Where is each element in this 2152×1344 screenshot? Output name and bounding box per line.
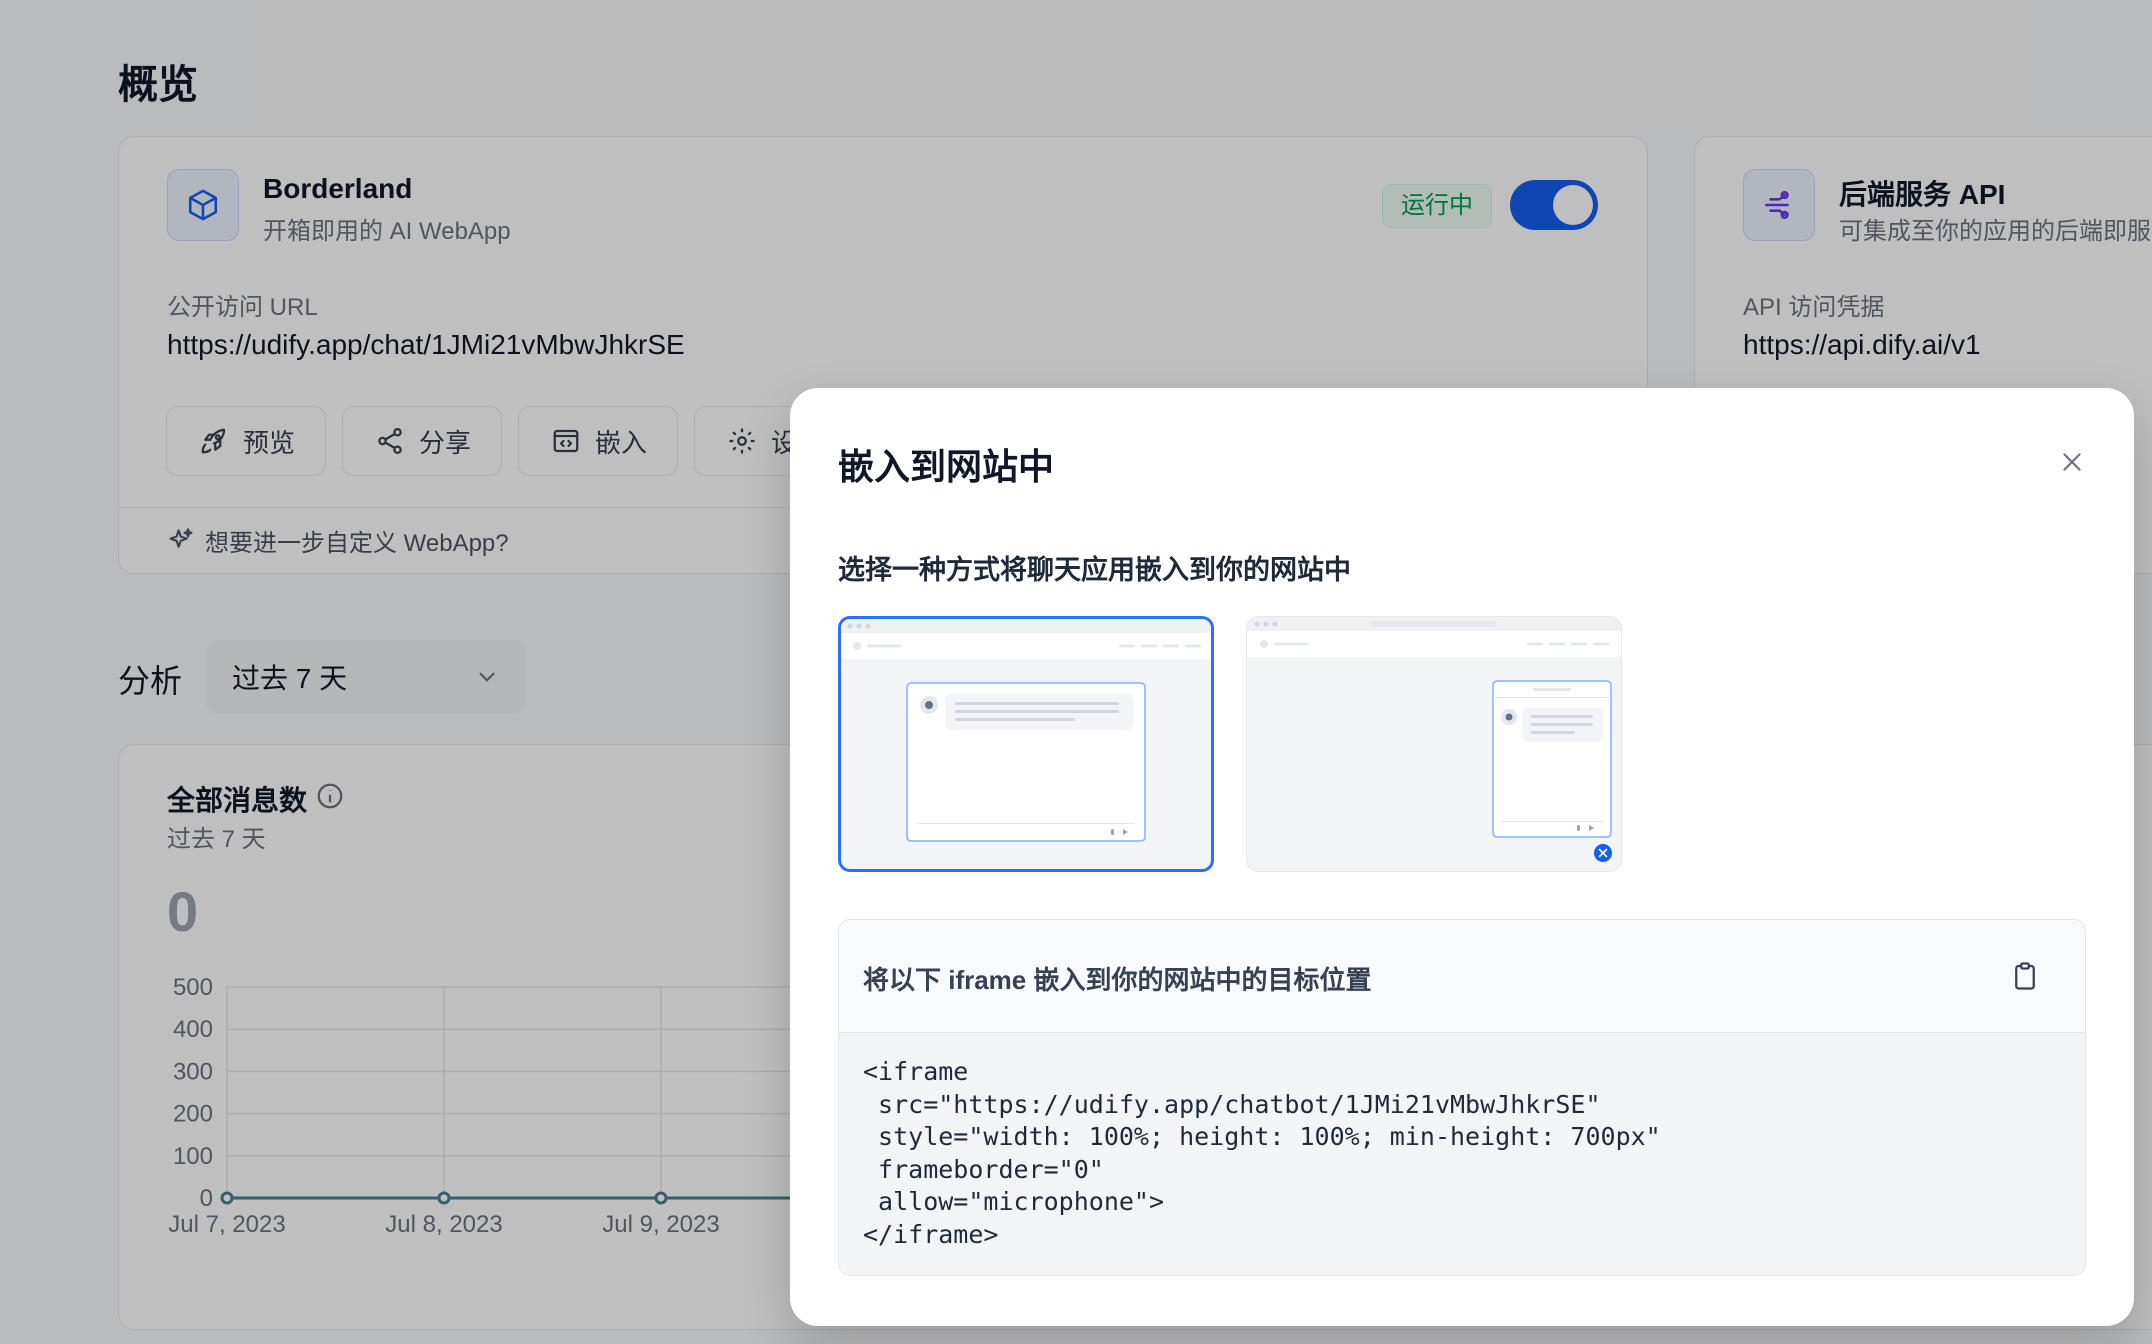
modal-title: 嵌入到网站中 [838,446,1055,487]
bubble-preview-illustration [1247,617,1621,862]
embed-code-panel: 将以下 iframe 嵌入到你的网站中的目标位置 <iframe src="ht… [838,919,2086,1276]
embed-code[interactable]: <iframe src="https://udify.app/chatbot/1… [863,1056,1661,1251]
modal-description: 选择一种方式将聊天应用嵌入到你的网站中 [838,555,1351,585]
clipboard-icon [2015,962,2035,990]
code-panel-header: 将以下 iframe 嵌入到你的网站中的目标位置 [839,920,2085,1033]
embed-option-iframe[interactable] [838,616,1214,872]
copy-button[interactable] [2005,956,2045,996]
iframe-preview-illustration [841,619,1211,842]
close-icon [2063,453,2081,471]
embed-option-bubble[interactable] [1246,616,1622,872]
close-button[interactable] [2052,442,2092,482]
code-instruction: 将以下 iframe 嵌入到你的网站中的目标位置 [863,965,1372,995]
embed-modal: 嵌入到网站中 选择一种方式将聊天应用嵌入到你的网站中 将以下 iframe 嵌入… [790,388,2134,1326]
